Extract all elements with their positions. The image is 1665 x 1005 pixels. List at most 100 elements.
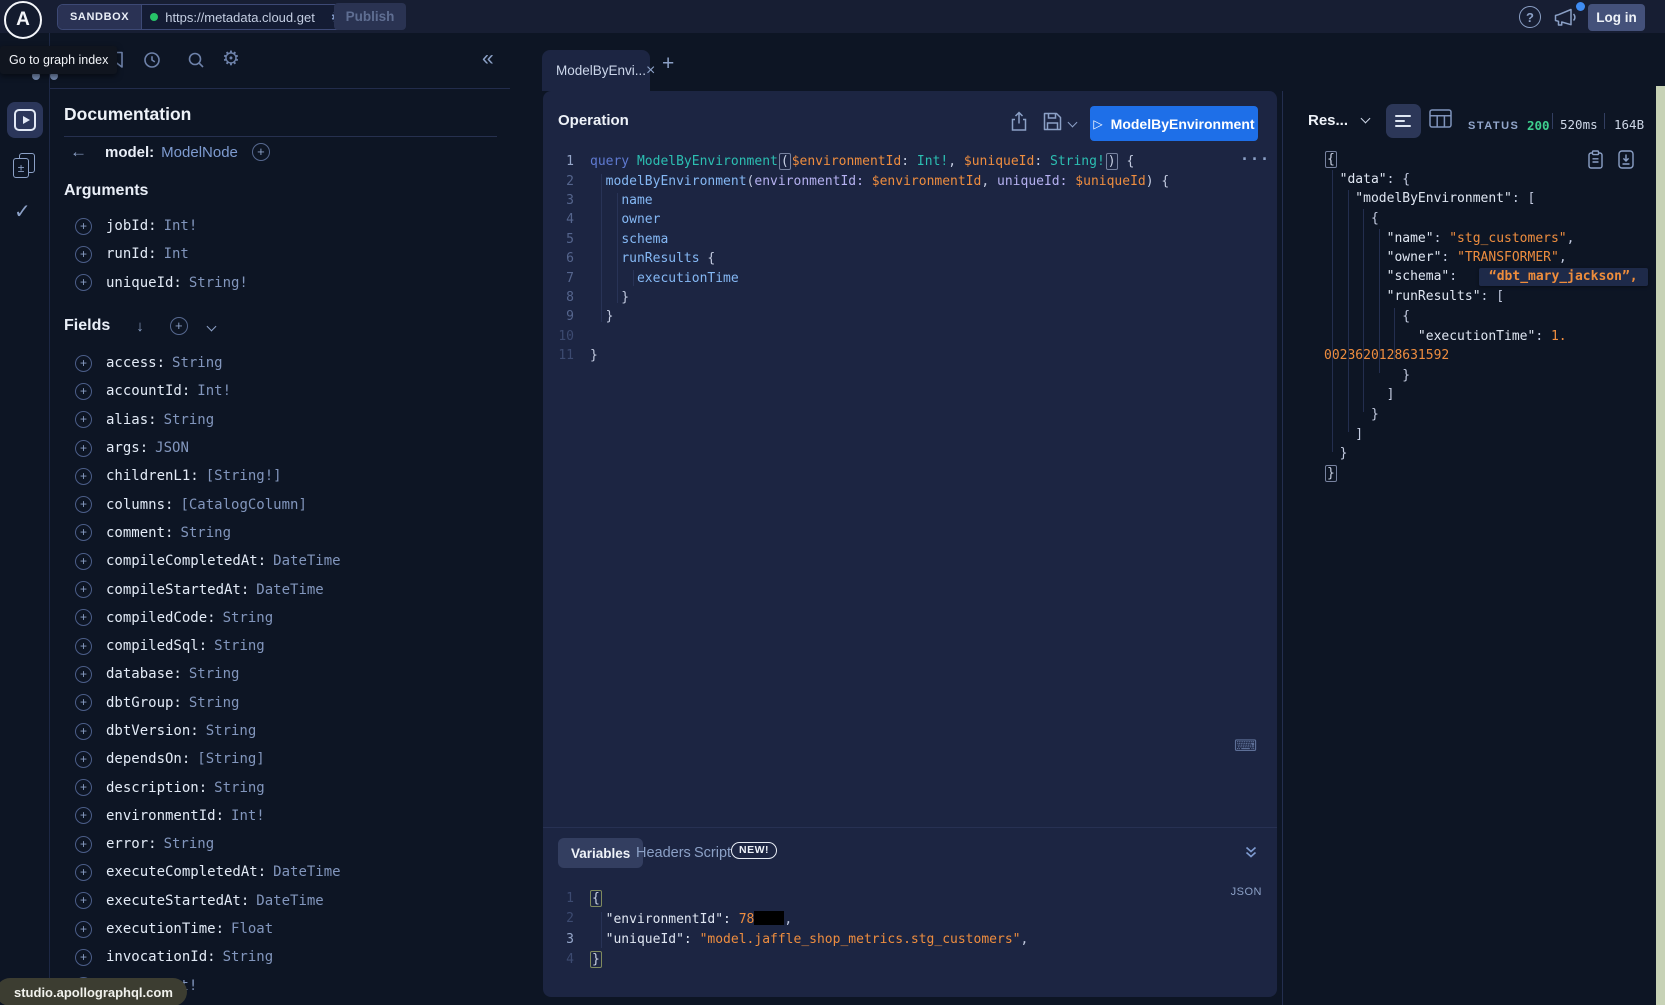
code-line[interactable]: 4 } (543, 950, 1028, 971)
add-field-icon[interactable]: + (75, 921, 92, 938)
run-operation-button[interactable]: ▷ ModelByEnvironment (1090, 106, 1258, 141)
field-name[interactable]: description: (106, 780, 207, 796)
table-view-toggle-icon[interactable] (1429, 109, 1452, 133)
code-line[interactable]: 11 } (543, 346, 1169, 365)
field-type[interactable]: String (189, 695, 240, 711)
help-icon[interactable]: ? (1519, 6, 1541, 28)
field-type[interactable]: [String!] (206, 468, 282, 484)
field-name[interactable]: compileStartedAt: (106, 582, 249, 598)
add-field-icon[interactable]: + (75, 694, 92, 711)
add-field-icon[interactable]: + (75, 751, 92, 768)
argument-name[interactable]: uniqueId: (106, 275, 182, 291)
endpoint-url-input[interactable]: https://metadata.cloud.get (165, 10, 323, 25)
code-line[interactable]: 4 owner (543, 210, 1169, 229)
settings-gear-icon[interactable]: ⚙ (222, 46, 240, 71)
add-field-icon[interactable]: + (75, 779, 92, 796)
argument-type[interactable]: Int! (164, 218, 198, 234)
editor-menu-ellipsis-icon[interactable]: ··· (1240, 150, 1270, 168)
add-field-icon[interactable]: + (75, 864, 92, 881)
add-field-icon[interactable]: + (75, 581, 92, 598)
add-field-icon[interactable]: + (75, 638, 92, 655)
code-line[interactable]: 9 } (543, 307, 1169, 326)
code-line[interactable]: 1 query ModelByEnvironment($environmentI… (543, 152, 1169, 171)
argument-name[interactable]: jobId: (106, 218, 157, 234)
add-field-icon[interactable]: + (75, 892, 92, 909)
field-type[interactable]: String (223, 949, 274, 965)
argument-type[interactable]: String! (189, 275, 248, 291)
endpoint-url-box[interactable]: https://metadata.cloud.get ⚙ (142, 5, 355, 29)
announcements-megaphone-icon[interactable] (1553, 6, 1578, 33)
add-field-icon[interactable]: + (75, 383, 92, 400)
add-field-icon[interactable]: + (75, 553, 92, 570)
field-name[interactable]: environmentId: (106, 808, 224, 824)
field-type[interactable]: String (214, 638, 265, 654)
field-type[interactable]: String (164, 836, 215, 852)
tab-script[interactable]: Script (694, 845, 731, 861)
field-name[interactable]: comment: (106, 525, 173, 541)
field-name[interactable]: executionTime: (106, 921, 224, 937)
add-field-icon[interactable]: + (75, 496, 92, 513)
field-name[interactable]: alias: (106, 412, 157, 428)
add-field-icon[interactable]: + (252, 143, 270, 161)
operation-editor[interactable]: 1 query ModelByEnvironment($environmentI… (543, 152, 1169, 365)
code-line[interactable]: 3 name (543, 191, 1169, 210)
code-line[interactable]: 8 } (543, 288, 1169, 307)
field-type[interactable]: Float (231, 921, 273, 937)
field-type[interactable]: String (164, 412, 215, 428)
field-name[interactable]: columns: (106, 497, 173, 513)
field-type[interactable]: Int! (231, 808, 265, 824)
tab-modelbyenvironment[interactable]: ModelByEnvi... × (542, 50, 650, 91)
history-icon[interactable] (143, 51, 161, 74)
add-field-icon[interactable]: + (75, 666, 92, 683)
field-name[interactable]: dbtGroup: (106, 695, 182, 711)
add-argument-icon[interactable]: + (75, 218, 92, 235)
json-view-toggle-button[interactable] (1386, 104, 1421, 138)
field-type[interactable]: String (189, 666, 240, 682)
sidebar-item-explorer[interactable] (7, 102, 43, 138)
sidebar-item-schema[interactable]: ± (13, 153, 39, 179)
field-type[interactable]: String (214, 780, 265, 796)
add-all-fields-icon[interactable]: + (170, 317, 188, 335)
add-argument-icon[interactable]: + (75, 274, 92, 291)
add-argument-icon[interactable]: + (75, 246, 92, 263)
field-type-link[interactable]: ModelNode (161, 144, 238, 161)
field-name[interactable]: error: (106, 836, 157, 852)
field-type[interactable]: JSON (155, 440, 189, 456)
code-line[interactable]: 5 schema (543, 230, 1169, 249)
add-field-icon[interactable]: + (75, 609, 92, 626)
code-line[interactable]: 10 (543, 327, 1169, 346)
field-type[interactable]: DateTime (273, 864, 340, 880)
field-name[interactable]: childrenL1: (106, 468, 199, 484)
field-name[interactable]: compileCompletedAt: (106, 553, 266, 569)
field-type[interactable]: [CatalogColumn] (180, 497, 306, 513)
field-name[interactable]: access: (106, 355, 165, 371)
code-line[interactable]: 7 executionTime (543, 268, 1169, 287)
sidebar-item-checks[interactable]: ✓ (14, 199, 31, 224)
add-field-icon[interactable]: + (75, 355, 92, 372)
add-field-icon[interactable]: + (75, 411, 92, 428)
field-name[interactable]: invocationId: (106, 949, 216, 965)
field-name[interactable]: dbtVersion: (106, 723, 199, 739)
add-field-icon[interactable]: + (75, 468, 92, 485)
response-viewer[interactable]: { "data": { "modelByEnvironment": [ { "n… (1283, 150, 1656, 483)
field-name[interactable]: executeStartedAt: (106, 893, 249, 909)
field-name[interactable]: accountId: (106, 383, 190, 399)
add-field-icon[interactable]: + (75, 836, 92, 853)
add-field-icon[interactable]: + (75, 440, 92, 457)
tab-variables[interactable]: Variables (558, 838, 643, 868)
field-type[interactable]: DateTime (256, 893, 323, 909)
fields-chevron-down-icon[interactable] (206, 321, 216, 331)
collapse-panel-icon[interactable]: « (482, 47, 494, 71)
tab-headers[interactable]: Headers (636, 845, 691, 861)
argument-type[interactable]: Int (164, 246, 189, 262)
field-name[interactable]: compiledSql: (106, 638, 207, 654)
add-field-icon[interactable]: + (75, 807, 92, 824)
code-line[interactable]: 1 { (543, 888, 1028, 909)
variables-editor[interactable]: 1 { 2 "environmentId": 78, 3 "uniqueId":… (543, 888, 1028, 970)
field-type[interactable]: String (172, 355, 223, 371)
code-line[interactable]: 3 "uniqueId": "model.jaffle_shop_metrics… (543, 929, 1028, 950)
code-line[interactable]: 6 runResults { (543, 249, 1169, 268)
field-type[interactable]: String (206, 723, 257, 739)
field-name[interactable]: dependsOn: (106, 751, 190, 767)
response-dropdown[interactable]: Res... (1308, 112, 1369, 129)
